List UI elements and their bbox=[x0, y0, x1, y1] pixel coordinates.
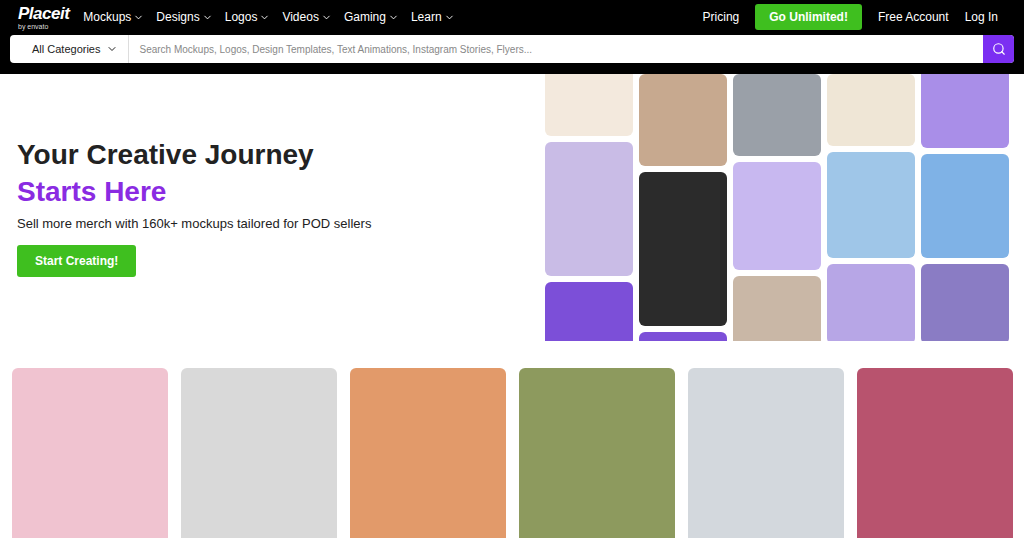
chevron-down-icon bbox=[133, 12, 144, 23]
chevron-down-icon bbox=[106, 43, 118, 55]
chevron-down-icon bbox=[388, 12, 399, 23]
collage-column bbox=[639, 74, 727, 341]
account-links: Pricing Go Unlimited! Free Account Log In bbox=[703, 4, 1014, 30]
nav-item[interactable]: Designs bbox=[156, 10, 212, 24]
nav-item[interactable]: Logos bbox=[225, 10, 271, 24]
collage-tile[interactable] bbox=[639, 74, 727, 166]
top-nav: Placeitby envato Mockups Designs Logos Video… bbox=[10, 3, 1014, 31]
category-select[interactable]: All Categories bbox=[10, 35, 129, 63]
nav-item[interactable]: Mockups bbox=[83, 10, 144, 24]
collage-tile[interactable] bbox=[639, 172, 727, 326]
collage-tile[interactable] bbox=[733, 276, 821, 341]
collage-column bbox=[827, 74, 915, 341]
collage-tile[interactable] bbox=[827, 264, 915, 341]
free-account-link[interactable]: Free Account bbox=[878, 10, 949, 24]
collage-tile[interactable] bbox=[639, 332, 727, 341]
hero: Your Creative JourneyStarts Here Sell mor… bbox=[0, 74, 1024, 341]
mockup-collage bbox=[530, 74, 1024, 341]
collage-tile[interactable] bbox=[733, 162, 821, 270]
collage-tile[interactable] bbox=[921, 154, 1009, 258]
hero-title: Your Creative Journey bbox=[17, 136, 314, 173]
logo-name: Placeit bbox=[18, 5, 69, 22]
collage-tile[interactable] bbox=[921, 264, 1009, 341]
collage-column bbox=[733, 74, 821, 341]
hero-highlight: Starts Here bbox=[17, 173, 166, 210]
nav-item[interactable]: Videos bbox=[282, 10, 331, 24]
collage-tile[interactable] bbox=[545, 74, 633, 136]
login-link[interactable]: Log In bbox=[965, 10, 998, 24]
start-creating-button[interactable]: Start Creating! bbox=[17, 245, 136, 277]
mockup-card[interactable] bbox=[857, 368, 1013, 538]
collage-tile[interactable] bbox=[545, 282, 633, 341]
page: Placeitby envato Mockups Designs Logos Video… bbox=[0, 0, 1024, 538]
collage-column bbox=[921, 74, 1009, 341]
chevron-down-icon bbox=[321, 12, 332, 23]
chevron-down-icon bbox=[444, 12, 455, 23]
search-bar: All Categories bbox=[10, 35, 1014, 63]
header: Placeitby envato Mockups Designs Logos Video… bbox=[0, 0, 1024, 74]
hero-subtitle: Sell more merch with 160k+ mockups tailo… bbox=[17, 216, 371, 231]
hero-text: Your Creative JourneyStarts Here Sell mor… bbox=[0, 74, 530, 341]
logo[interactable]: Placeitby envato bbox=[10, 5, 69, 30]
collage-tile[interactable] bbox=[733, 74, 821, 156]
mockup-card[interactable] bbox=[350, 368, 506, 538]
collage-tile[interactable] bbox=[827, 74, 915, 146]
mockup-card[interactable] bbox=[519, 368, 675, 538]
chevron-down-icon bbox=[259, 12, 270, 23]
nav-item[interactable]: Learn bbox=[411, 10, 455, 24]
pricing-link[interactable]: Pricing bbox=[703, 10, 740, 24]
collage-tile[interactable] bbox=[827, 152, 915, 258]
nav-item[interactable]: Gaming bbox=[344, 10, 399, 24]
mockup-cards bbox=[0, 341, 1024, 538]
collage-tile[interactable] bbox=[545, 142, 633, 276]
chevron-down-icon bbox=[202, 12, 213, 23]
collage-column bbox=[545, 74, 633, 341]
search-input[interactable] bbox=[129, 35, 983, 63]
mockup-card[interactable] bbox=[688, 368, 844, 538]
search-button[interactable] bbox=[983, 35, 1014, 63]
collage-tile[interactable] bbox=[921, 74, 1009, 148]
mockup-card[interactable] bbox=[12, 368, 168, 538]
search-icon bbox=[992, 42, 1006, 56]
nav-menu: Mockups Designs Logos Videos Gaming Learn bbox=[83, 10, 454, 24]
go-unlimited-button[interactable]: Go Unlimited! bbox=[755, 4, 862, 30]
mockup-card[interactable] bbox=[181, 368, 337, 538]
logo-tagline: by envato bbox=[18, 23, 69, 30]
